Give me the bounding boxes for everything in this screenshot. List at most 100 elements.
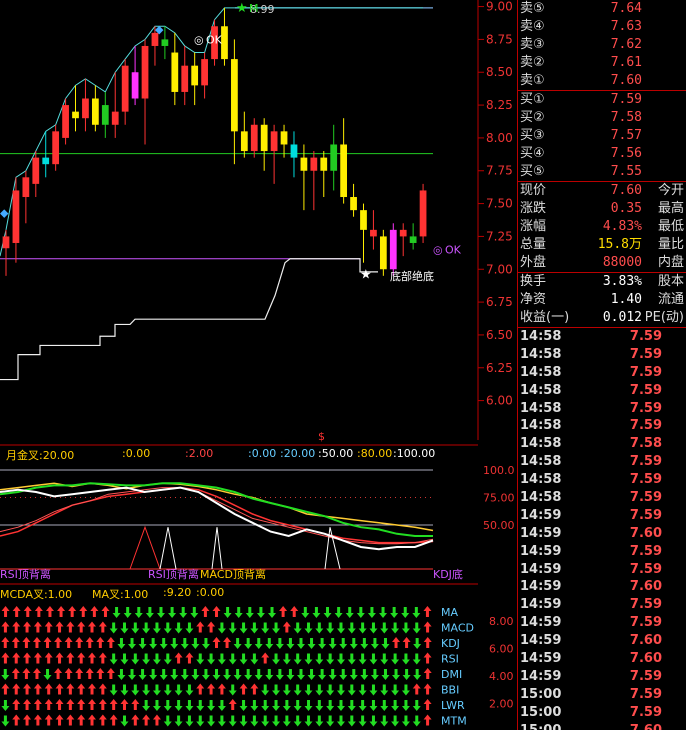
- candle-body: [161, 39, 169, 46]
- up-arrow-icon: [1, 637, 10, 648]
- tick-row[interactable]: 14:58 7.59: [518, 489, 686, 507]
- down-arrow-icon: [412, 607, 421, 618]
- kline-chart[interactable]: 9.00 8.75 8.50 8.25 8.00 7.75 7.50 7.25 7.00 6.75…: [0, 0, 517, 730]
- tick-row[interactable]: 14:58 7.58: [518, 435, 686, 453]
- signal-tick-label: 4.00: [489, 670, 514, 683]
- diamond-icon: ◆: [0, 207, 9, 220]
- down-arrow-icon: [120, 715, 129, 727]
- quote-label: 卖③: [520, 37, 545, 52]
- tick-row[interactable]: 14:58 7.59: [518, 417, 686, 435]
- quote-value: 0.35: [610, 201, 642, 216]
- tick-row[interactable]: 14:59 7.59: [518, 561, 686, 579]
- up-arrow-icon: [98, 714, 107, 726]
- up-arrow-icon: [106, 637, 115, 648]
- down-arrow-icon: [282, 715, 291, 727]
- quote-value: 7.62: [610, 37, 642, 52]
- candle-body: [91, 98, 99, 125]
- candle-body: [300, 157, 308, 171]
- quote-label: 买③: [520, 128, 545, 143]
- down-arrow-icon: [282, 653, 291, 665]
- chart-area[interactable]: 9.00 8.75 8.50 8.25 8.00 7.75 7.50 7.25 7.00 6.75…: [0, 0, 517, 730]
- up-arrow-icon: [23, 699, 32, 710]
- down-arrow-icon: [412, 653, 421, 665]
- tick-row[interactable]: 15:00 7.59: [518, 686, 686, 704]
- quote-label: 净资: [520, 292, 547, 307]
- quote-value: 7.57: [610, 128, 642, 143]
- up-arrow-icon: [33, 652, 42, 664]
- quote-label: 涨跌: [520, 201, 547, 216]
- down-arrow-icon: [244, 669, 253, 680]
- tick-price: 7.59: [629, 543, 662, 559]
- tick-row[interactable]: 14:59 7.60: [518, 525, 686, 543]
- signal-tick-label: 2.00: [489, 698, 514, 711]
- tick-row[interactable]: 14:58 7.59: [518, 453, 686, 471]
- signal-spike: [129, 525, 161, 570]
- down-arrow-icon: [381, 669, 390, 680]
- tick-row[interactable]: 14:58 7.59: [518, 346, 686, 364]
- down-arrow-icon: [156, 607, 165, 618]
- tick-row[interactable]: 14:59 7.59: [518, 614, 686, 632]
- tick-row[interactable]: 14:58 7.59: [518, 382, 686, 400]
- down-arrow-icon: [180, 669, 189, 680]
- down-arrow-icon: [233, 669, 242, 680]
- up-arrow-icon: [23, 714, 32, 726]
- up-arrow-icon: [423, 699, 432, 710]
- tick-row[interactable]: 14:58 7.59: [518, 400, 686, 418]
- signal-spike: [159, 527, 177, 570]
- down-arrow-icon: [336, 684, 345, 696]
- down-arrow-icon: [185, 715, 194, 727]
- up-arrow-icon: [33, 683, 42, 695]
- down-arrow-icon: [336, 700, 345, 711]
- candle-body: [270, 131, 278, 152]
- quote-label-secondary: 最低: [657, 219, 684, 234]
- tick-row[interactable]: 14:59 7.60: [518, 578, 686, 596]
- up-arrow-icon: [44, 683, 53, 695]
- ask-row: 卖④ 7.63: [518, 18, 686, 36]
- down-arrow-icon: [370, 638, 379, 649]
- up-arrow-icon: [23, 606, 32, 617]
- down-arrow-icon: [304, 653, 313, 665]
- down-arrow-icon: [286, 638, 295, 649]
- down-arrow-icon: [401, 715, 410, 727]
- tick-row[interactable]: 14:59 7.59: [518, 507, 686, 525]
- tick-row[interactable]: 14:59 7.60: [518, 650, 686, 668]
- down-arrow-icon: [168, 607, 177, 618]
- down-arrow-icon: [345, 607, 354, 618]
- tick-time: 14:59: [520, 525, 562, 541]
- tick-row[interactable]: 14:59 7.60: [518, 632, 686, 650]
- tick-row[interactable]: 15:00 7.59: [518, 704, 686, 722]
- up-arrow-icon: [77, 714, 86, 726]
- down-arrow-icon: [391, 700, 400, 711]
- up-arrow-icon: [77, 621, 86, 633]
- up-arrow-icon: [279, 606, 288, 617]
- down-arrow-icon: [207, 700, 216, 711]
- up-arrow-icon: [250, 683, 259, 695]
- up-arrow-icon: [43, 637, 52, 648]
- tick-list[interactable]: 14:58 7.59 14:58 7.59 14:58 7.59 14:58 7.59 14:5…: [518, 328, 686, 730]
- tick-row[interactable]: 14:58 7.59: [518, 471, 686, 489]
- down-arrow-icon: [43, 669, 52, 680]
- tick-price: 7.60: [629, 579, 662, 595]
- tick-row[interactable]: 14:58 7.59: [518, 328, 686, 346]
- tick-row[interactable]: 14:58 7.59: [518, 364, 686, 382]
- ok-circle-icon: ◎: [194, 33, 204, 46]
- down-arrow-icon: [275, 669, 284, 680]
- tick-row[interactable]: 14:59 7.59: [518, 596, 686, 614]
- up-arrow-icon: [101, 606, 110, 617]
- indicator-value-label: :80.00: [357, 447, 393, 460]
- down-arrow-icon: [174, 622, 183, 634]
- down-arrow-icon: [268, 607, 277, 618]
- tick-row[interactable]: 15:00 7.60: [518, 722, 686, 730]
- tick-time: 14:59: [520, 579, 562, 595]
- indicator-tick-label: 100.0: [483, 464, 515, 477]
- tick-row[interactable]: 14:59 7.59: [518, 543, 686, 561]
- down-arrow-icon: [412, 700, 421, 711]
- up-arrow-icon: [22, 637, 31, 648]
- up-arrow-icon: [282, 621, 291, 633]
- tick-price: 7.59: [629, 418, 662, 434]
- tick-row[interactable]: 14:59 7.59: [518, 668, 686, 686]
- up-arrow-icon: [22, 668, 31, 679]
- tick-price: 7.60: [629, 525, 662, 541]
- up-arrow-icon: [152, 714, 161, 726]
- down-arrow-icon: [293, 684, 302, 696]
